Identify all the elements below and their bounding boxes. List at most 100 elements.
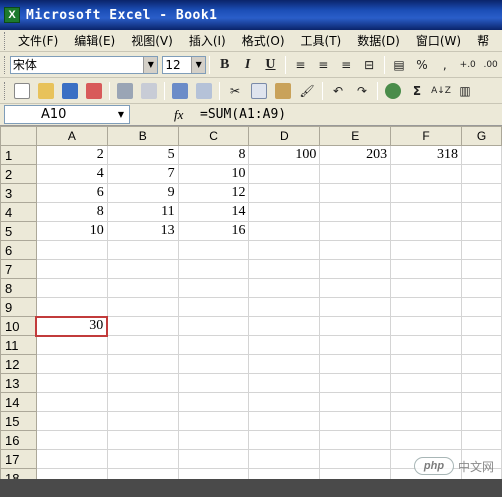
cell-e3[interactable] [319,183,392,203]
print-preview-icon[interactable] [138,81,160,101]
cell-c3[interactable]: 12 [177,183,250,203]
cell-e12[interactable] [319,354,392,374]
cell-f10[interactable] [390,316,463,336]
cell-c16[interactable] [177,430,250,450]
cell-d16[interactable] [248,430,321,450]
cell-d12[interactable] [248,354,321,374]
cell-d4[interactable] [248,202,321,222]
cell-g12[interactable] [461,354,502,374]
align-center-icon[interactable]: ≡ [313,55,334,75]
cell-a2[interactable]: 4 [35,164,108,184]
cell-g10[interactable] [461,316,502,336]
cell-f6[interactable] [390,240,463,260]
cut-icon[interactable]: ✂ [224,81,246,101]
cell-f9[interactable] [390,297,463,317]
print-icon[interactable] [114,81,136,101]
cell-f5[interactable] [390,221,463,241]
cell-a1[interactable]: 2 [35,145,108,165]
row-header-1[interactable]: 1 [0,145,37,165]
cell-d11[interactable] [248,335,321,355]
chevron-down-icon[interactable]: ▼ [113,106,129,123]
hyperlink-icon[interactable] [382,81,404,101]
cell-c2[interactable]: 10 [177,164,250,184]
font-size-select[interactable]: 12 ▼ [162,55,207,74]
menu-file[interactable]: 文件(F) [10,32,66,49]
row-header-11[interactable]: 11 [0,335,37,355]
cell-g13[interactable] [461,373,502,393]
align-left-icon[interactable]: ≡ [290,55,311,75]
redo-icon[interactable]: ↷ [351,81,373,101]
bold-button[interactable]: B [214,55,235,75]
cell-e5[interactable] [319,221,392,241]
cell-d3[interactable] [248,183,321,203]
cell-e7[interactable] [319,259,392,279]
cell-a15[interactable] [35,411,108,431]
menu-window[interactable]: 窗口(W) [408,32,469,49]
cell-e1[interactable]: 203 [319,145,392,165]
cell-d17[interactable] [248,449,321,469]
cell-d15[interactable] [248,411,321,431]
cell-b4[interactable]: 11 [106,202,179,222]
cell-d2[interactable] [248,164,321,184]
column-header-e[interactable]: E [319,126,392,146]
cell-g15[interactable] [461,411,502,431]
cell-a3[interactable]: 6 [35,183,108,203]
cell-d7[interactable] [248,259,321,279]
cell-f8[interactable] [390,278,463,298]
cell-g4[interactable] [461,202,502,222]
cell-e16[interactable] [319,430,392,450]
row-header-12[interactable]: 12 [0,354,37,374]
row-header-13[interactable]: 13 [0,373,37,393]
cell-e9[interactable] [319,297,392,317]
cell-b14[interactable] [106,392,179,412]
row-header-7[interactable]: 7 [0,259,37,279]
cell-a13[interactable] [35,373,108,393]
permission-icon[interactable] [83,81,105,101]
row-header-5[interactable]: 5 [0,221,37,241]
cell-g6[interactable] [461,240,502,260]
cell-g8[interactable] [461,278,502,298]
cell-d5[interactable] [248,221,321,241]
row-header-2[interactable]: 2 [0,164,37,184]
column-header-c[interactable]: C [177,126,250,146]
cell-g5[interactable] [461,221,502,241]
cell-c6[interactable] [177,240,250,260]
merge-center-icon[interactable]: ⊟ [359,55,380,75]
chevron-down-icon[interactable]: ▼ [191,56,206,73]
format-painter-icon[interactable]: 🖌 [296,81,318,101]
cell-b3[interactable]: 9 [106,183,179,203]
cell-b15[interactable] [106,411,179,431]
cell-f3[interactable] [390,183,463,203]
excel-app-icon[interactable]: X [4,7,20,23]
cell-c5[interactable]: 16 [177,221,250,241]
cell-c14[interactable] [177,392,250,412]
cell-a9[interactable] [35,297,108,317]
cell-b6[interactable] [106,240,179,260]
spelling-icon[interactable] [169,81,191,101]
cell-a14[interactable] [35,392,108,412]
row-header-10[interactable]: 10 [0,316,37,336]
cell-g14[interactable] [461,392,502,412]
cell-f13[interactable] [390,373,463,393]
cell-b17[interactable] [106,449,179,469]
cell-g2[interactable] [461,164,502,184]
cell-e13[interactable] [319,373,392,393]
cell-f14[interactable] [390,392,463,412]
cell-b5[interactable]: 13 [106,221,179,241]
cell-f12[interactable] [390,354,463,374]
cell-b11[interactable] [106,335,179,355]
cell-g16[interactable] [461,430,502,450]
cell-a17[interactable] [35,449,108,469]
cell-f15[interactable] [390,411,463,431]
cell-c7[interactable] [177,259,250,279]
menu-format[interactable]: 格式(O) [234,32,293,49]
cell-a5[interactable]: 10 [35,221,108,241]
cell-g1[interactable] [461,145,502,165]
cell-d8[interactable] [248,278,321,298]
column-header-f[interactable]: F [390,126,463,146]
cell-e6[interactable] [319,240,392,260]
cell-b9[interactable] [106,297,179,317]
cell-f7[interactable] [390,259,463,279]
cell-e14[interactable] [319,392,392,412]
cell-b12[interactable] [106,354,179,374]
